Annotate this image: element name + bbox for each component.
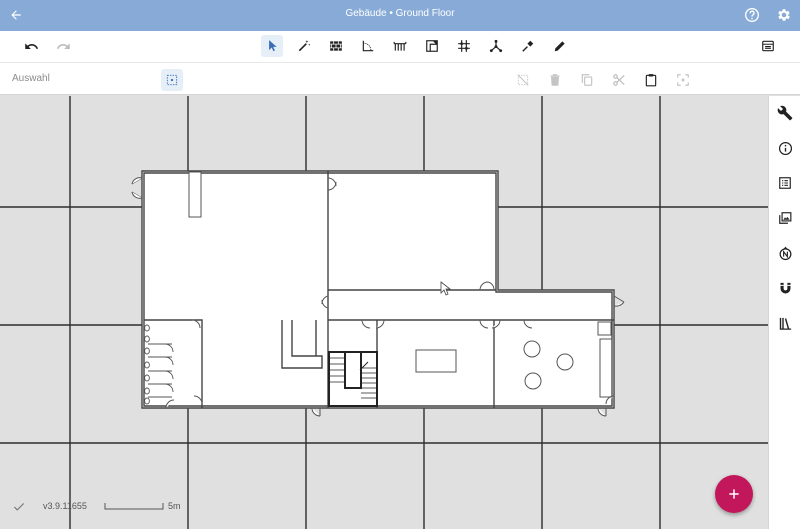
floorplan-canvas[interactable] <box>0 96 768 529</box>
deselect-button[interactable] <box>512 69 534 91</box>
column-tool-button[interactable] <box>453 35 475 57</box>
select-area-icon <box>166 74 178 86</box>
help-button[interactable] <box>742 5 762 25</box>
room-corner-icon <box>362 40 374 52</box>
add-button[interactable] <box>715 475 753 513</box>
version-label: v3.9.11655 <box>43 501 87 511</box>
cut-icon <box>613 74 625 86</box>
image-layer-icon <box>779 212 792 224</box>
undo-button[interactable] <box>20 35 42 57</box>
tools-button[interactable] <box>775 103 795 123</box>
layers-panel-button[interactable] <box>757 35 779 57</box>
draw-tool-button[interactable] <box>549 35 571 57</box>
delete-button[interactable] <box>544 69 566 91</box>
cut-button[interactable] <box>608 69 630 91</box>
magic-wand-icon <box>298 40 311 52</box>
door-tool-button[interactable] <box>421 35 443 57</box>
image-layer-button[interactable] <box>775 208 795 228</box>
help-circle-icon <box>745 8 759 22</box>
list-icon <box>779 177 791 189</box>
library-icon <box>779 317 791 330</box>
paste-button[interactable] <box>640 69 662 91</box>
select-area-button[interactable] <box>161 69 183 91</box>
app-bar: Gebäude • Ground Floor <box>0 0 800 31</box>
check-icon <box>13 503 25 511</box>
compass-button[interactable] <box>775 243 795 263</box>
select-tool-button[interactable] <box>261 35 283 57</box>
layers-panel-icon <box>762 40 774 52</box>
delete-icon <box>550 74 560 86</box>
list-button[interactable] <box>775 173 795 193</box>
center-focus-icon <box>677 74 689 86</box>
compass-north-icon <box>779 246 791 260</box>
wall-tool-button[interactable] <box>325 35 347 57</box>
right-sidebar <box>768 96 800 529</box>
pin-tool-icon <box>522 40 534 52</box>
undo-icon <box>24 42 38 49</box>
center-focus-button[interactable] <box>672 69 694 91</box>
column-grid-icon <box>458 40 470 52</box>
stairs-icon <box>393 41 407 51</box>
scale-label: 5m <box>168 501 181 511</box>
floorplan-drawing <box>0 96 768 529</box>
brick-wall-icon <box>330 41 342 51</box>
page-title: Gebäude • Ground Floor <box>345 8 455 19</box>
pencil-icon <box>554 41 565 52</box>
graph-nodes-icon <box>489 39 503 53</box>
snap-magnet-button[interactable] <box>775 278 795 298</box>
wrench-icon <box>777 105 793 121</box>
selection-label: Auswahl <box>12 73 50 84</box>
graph-tool-button[interactable] <box>485 35 507 57</box>
deselect-icon <box>517 74 529 86</box>
library-button[interactable] <box>775 313 795 333</box>
measure-tool-button[interactable] <box>517 35 539 57</box>
stairs-tool-button[interactable] <box>389 35 411 57</box>
selection-bar: Auswahl <box>0 63 800 95</box>
room-tool-button[interactable] <box>357 35 379 57</box>
gear-icon <box>778 9 790 21</box>
paste-icon <box>645 74 657 87</box>
plus-icon <box>729 489 739 499</box>
toolbar <box>0 31 800 63</box>
copy-button[interactable] <box>576 69 598 91</box>
shaft <box>188 171 202 218</box>
magnet-icon <box>780 282 790 293</box>
info-icon <box>778 141 792 155</box>
redo-icon <box>56 42 70 49</box>
copy-icon <box>581 74 593 86</box>
redo-button[interactable] <box>52 35 74 57</box>
sync-status <box>12 499 26 515</box>
magic-wand-tool-button[interactable] <box>293 35 315 57</box>
door-icon <box>426 40 438 52</box>
scale-bar <box>104 503 164 510</box>
cursor-arrow-icon <box>269 40 277 52</box>
settings-button[interactable] <box>774 5 794 25</box>
info-button[interactable] <box>775 138 795 158</box>
